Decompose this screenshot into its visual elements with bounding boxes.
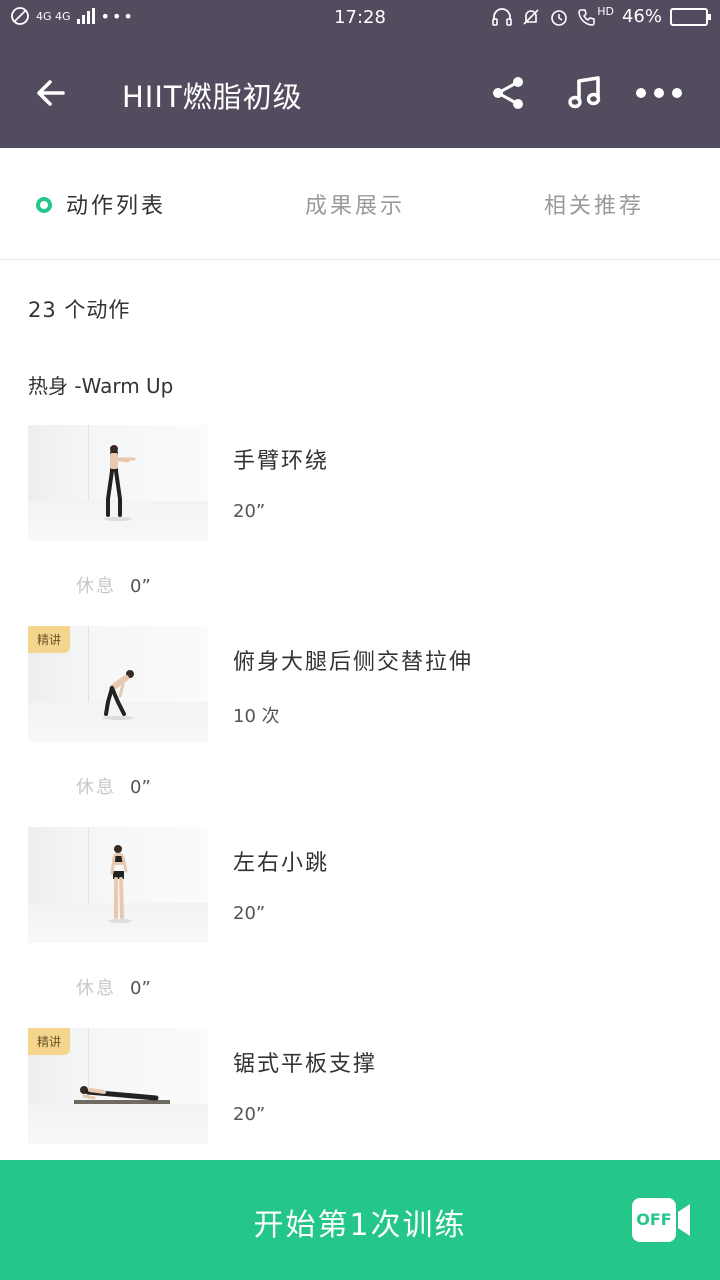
woman-standing-figure bbox=[108, 845, 132, 923]
music-icon bbox=[568, 76, 601, 109]
exercise-thumbnail bbox=[28, 425, 208, 541]
exercise-name: 左右小跳 bbox=[233, 851, 330, 876]
rest-label: 休息 bbox=[76, 576, 116, 597]
rest-value: 0” bbox=[130, 576, 151, 597]
title-bar: HIIT燃脂初级 bbox=[0, 38, 720, 148]
start-training-button[interactable]: 开始第1次训练 OFF bbox=[0, 1160, 720, 1280]
exercise-reps: 10 次 bbox=[233, 706, 280, 727]
bell-muted-icon bbox=[523, 8, 539, 25]
list-item[interactable]: 手臂环绕 20” bbox=[28, 425, 692, 543]
video-off-toggle[interactable]: OFF bbox=[632, 1198, 692, 1242]
status-bar: 4G 4G ••• 17:28 HD 46% bbox=[0, 0, 720, 38]
featured-badge: 精讲 bbox=[28, 1028, 71, 1055]
rest-row: 休息 0” bbox=[76, 974, 151, 1000]
more-icon bbox=[636, 88, 682, 98]
start-training-label: 开始第1次训练 bbox=[253, 1208, 467, 1243]
exercise-name: 俯身大腿后侧交替拉伸 bbox=[233, 650, 474, 675]
tab-action-list[interactable]: 动作列表 bbox=[66, 188, 166, 220]
battery-icon bbox=[670, 7, 711, 26]
exercise-thumbnail bbox=[28, 827, 208, 943]
exercise-name: 手臂环绕 bbox=[233, 449, 330, 474]
woman-arms-forward-figure bbox=[104, 445, 136, 521]
battery-percent: 46% bbox=[621, 6, 662, 27]
headset-icon bbox=[492, 7, 513, 26]
music-button[interactable] bbox=[562, 70, 608, 116]
section-title: 热身 -Warm Up bbox=[28, 374, 174, 398]
featured-badge: 精讲 bbox=[28, 626, 71, 653]
alarm-icon bbox=[551, 9, 568, 26]
back-button[interactable] bbox=[28, 70, 74, 116]
exercise-duration: 20” bbox=[233, 1104, 266, 1125]
rest-label: 休息 bbox=[76, 777, 116, 798]
list-item[interactable]: 精讲 俯身大腿后侧交替拉伸 10 次 bbox=[28, 626, 692, 744]
list-item[interactable]: 左右小跳 20” bbox=[28, 827, 692, 945]
hd-label: HD bbox=[597, 5, 614, 18]
rest-value: 0” bbox=[130, 978, 151, 999]
more-button[interactable] bbox=[634, 70, 684, 116]
share-button[interactable] bbox=[485, 70, 531, 116]
rest-row: 休息 0” bbox=[76, 572, 151, 598]
list-item[interactable]: 精讲 锯式平板支撑 20” bbox=[28, 1028, 692, 1146]
back-arrow-icon bbox=[37, 80, 65, 106]
hd-call-icon: HD bbox=[577, 5, 614, 27]
rest-label: 休息 bbox=[76, 978, 116, 999]
rest-value: 0” bbox=[130, 777, 151, 798]
tab-results[interactable]: 成果展示 bbox=[305, 188, 405, 220]
off-label: OFF bbox=[636, 1210, 672, 1229]
exercise-duration: 20” bbox=[233, 501, 266, 522]
action-count: 23 个动作 bbox=[28, 298, 131, 322]
exercise-duration: 20” bbox=[233, 903, 266, 924]
status-right: HD 46% bbox=[491, 5, 711, 27]
page-title: HIIT燃脂初级 bbox=[122, 80, 303, 114]
exercise-name: 锯式平板支撑 bbox=[233, 1052, 378, 1077]
tab-bar: 动作列表 成果展示 相关推荐 bbox=[0, 148, 720, 260]
active-tab-dot-icon bbox=[36, 197, 52, 213]
share-icon bbox=[493, 77, 523, 109]
rest-row: 休息 0” bbox=[76, 773, 151, 799]
tab-recommendations[interactable]: 相关推荐 bbox=[544, 188, 644, 220]
